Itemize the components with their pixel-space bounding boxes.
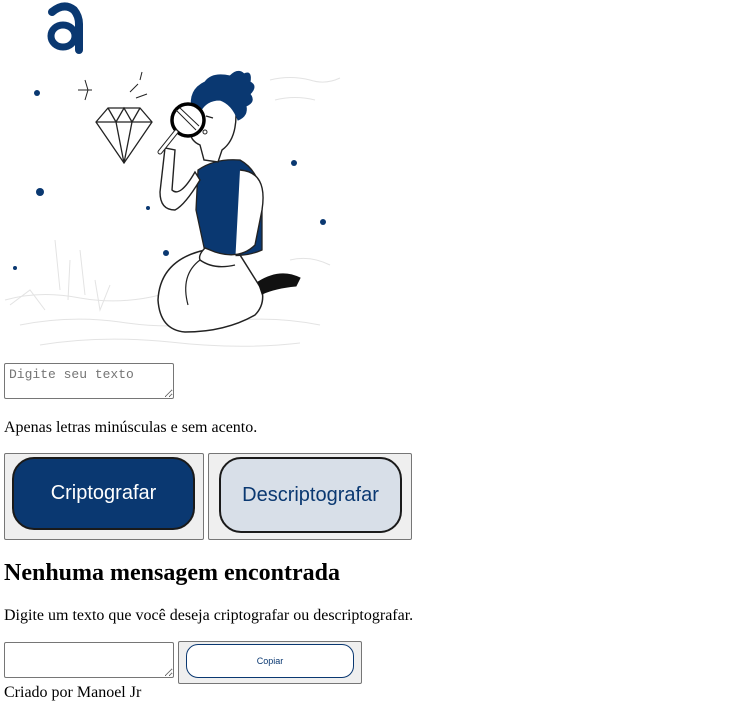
copy-button[interactable]: Copiar	[178, 641, 362, 684]
person-with-magnifier-illustration	[4, 70, 341, 347]
empty-state-title: Nenhuma mensagem encontrada	[4, 560, 340, 586]
output-field[interactable]	[4, 642, 174, 678]
decrypt-button-label: Descriptografar	[219, 457, 402, 533]
empty-state-description: Digite um texto que você deseja criptogr…	[4, 607, 414, 624]
input-hint: Apenas letras minúsculas e sem acento.	[4, 419, 258, 436]
decrypt-button[interactable]: Descriptografar	[208, 453, 412, 540]
encrypt-button[interactable]: Criptografar	[4, 453, 204, 540]
message-input[interactable]	[4, 363, 174, 399]
copy-button-label: Copiar	[186, 644, 354, 678]
encrypt-button-label: Criptografar	[12, 457, 195, 530]
footer-credit: Criado por Manoel Jr	[4, 684, 142, 701]
logo-icon	[47, 2, 83, 54]
